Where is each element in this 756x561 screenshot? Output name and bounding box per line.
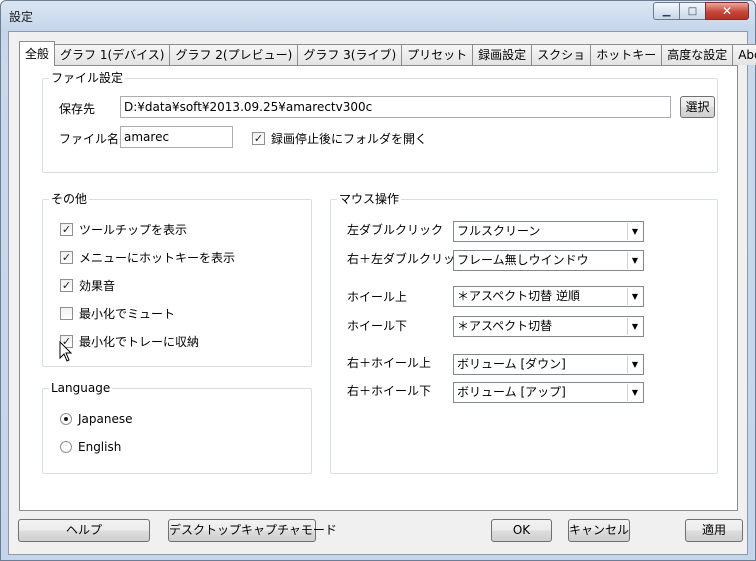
save-path-input[interactable]: D:¥data¥soft¥2013.09.25¥amarectv300c	[120, 96, 671, 118]
browse-button[interactable]: 選択	[680, 96, 715, 118]
tab-strip: 全般 グラフ 1(デバイス) グラフ 2(プレビュー) グラフ 3(ライブ) プ…	[19, 41, 756, 66]
maximize-icon: □	[687, 5, 698, 17]
wheel-up-select[interactable]: ＊アスペクト切替 逆順 ▼	[453, 286, 644, 307]
checkbox-box: ✓	[60, 251, 73, 264]
file-settings-title: ファイル設定	[49, 71, 126, 85]
wheel-down-select[interactable]: ＊アスペクト切替 ▼	[453, 316, 644, 337]
mouse-row-label: ホイール下	[347, 319, 408, 333]
combo-value: ＊アスペクト切替 逆順	[457, 289, 580, 303]
tab-graph1-device[interactable]: グラフ 1(デバイス)	[54, 44, 171, 65]
title-bar[interactable]: 設定 ▁ □ ✕	[1, 1, 755, 31]
japanese-radio[interactable]: Japanese	[60, 412, 133, 426]
help-button[interactable]: ヘルプ	[18, 519, 150, 542]
mute-on-minimize-checkbox[interactable]: 最小化でミュート	[60, 305, 175, 322]
sound-effect-checkbox[interactable]: ✓ 効果音	[60, 277, 115, 294]
combo-value: ＊アスペクト切替	[457, 319, 553, 333]
tab-advanced[interactable]: 高度な設定	[661, 44, 734, 65]
tab-preset[interactable]: プリセット	[401, 44, 474, 65]
chevron-down-icon: ▼	[627, 288, 642, 305]
tab-graph3-live[interactable]: グラフ 3(ライブ)	[297, 44, 403, 65]
maximize-button[interactable]: □	[679, 2, 705, 20]
tooltip-checkbox[interactable]: ✓ ツールチップを表示	[60, 221, 187, 238]
dialog-client: 全般 グラフ 1(デバイス) グラフ 2(プレビュー) グラフ 3(ライブ) プ…	[8, 31, 756, 555]
minimize-button[interactable]: ▁	[653, 2, 679, 20]
minimize-icon: ▁	[662, 5, 671, 17]
combo-value: ボリューム [アップ]	[457, 385, 566, 399]
tab-about[interactable]: About	[732, 44, 756, 65]
right-wheel-down-select[interactable]: ボリューム [アップ] ▼	[453, 382, 644, 403]
language-group: Language Japanese English	[42, 381, 312, 474]
tab-recording[interactable]: 録画設定	[472, 44, 533, 65]
mouse-row-label: 右＋ホイール下	[347, 384, 432, 398]
mouse-row-label: ホイール上	[347, 290, 408, 304]
english-label: English	[78, 440, 122, 454]
open-folder-checkbox[interactable]: ✓ 録画停止後にフォルダを開く	[252, 130, 427, 147]
right-wheel-up-select[interactable]: ボリューム [ダウン] ▼	[453, 354, 644, 375]
mute-on-minimize-label: 最小化でミュート	[79, 307, 176, 321]
close-icon: ✕	[721, 4, 733, 18]
chevron-down-icon: ▼	[627, 384, 642, 401]
mouse-title: マウス操作	[337, 192, 402, 206]
mouse-row-label: 左ダブルクリック	[347, 223, 444, 237]
tray-on-minimize-checkbox[interactable]: ✓ 最小化でトレーに収納	[60, 333, 199, 350]
menu-hotkey-label: メニューにホットキーを表示	[79, 251, 236, 265]
chevron-down-icon: ▼	[627, 318, 642, 335]
left-double-click-select[interactable]: フルスクリーン ▼	[453, 221, 644, 242]
checkbox-box: ✓	[60, 223, 73, 236]
other-title: その他	[49, 192, 90, 206]
sound-effect-label: 効果音	[79, 279, 116, 293]
mouse-row-label: 右＋ホイール上	[347, 356, 432, 370]
language-title: Language	[49, 381, 113, 395]
filename-input[interactable]: amarec	[120, 126, 233, 148]
tray-on-minimize-label: 最小化でトレーに収納	[79, 335, 200, 349]
combo-value: ボリューム [ダウン]	[457, 357, 566, 371]
chevron-down-icon: ▼	[627, 223, 642, 240]
checkbox-box: ✓	[60, 279, 73, 292]
other-group: その他 ✓ ツールチップを表示 ✓ メニューにホットキーを表示 ✓ 効果音 最小…	[42, 192, 312, 367]
desktop-capture-button[interactable]: デスクトップキャプチャモード	[168, 519, 337, 542]
mouse-group: マウス操作 左ダブルクリック フルスクリーン ▼ 右＋左ダブルクリック フレーム…	[330, 192, 718, 474]
apply-button[interactable]: 適用	[685, 519, 743, 542]
tab-hotkey[interactable]: ホットキー	[590, 44, 663, 65]
cancel-button[interactable]: キャンセル	[568, 519, 630, 542]
combo-value: フレーム無しウインドウ	[457, 253, 589, 267]
close-button[interactable]: ✕	[705, 2, 749, 20]
japanese-label: Japanese	[78, 412, 133, 426]
radio-dot	[60, 413, 72, 425]
checkbox-box: ✓	[252, 132, 265, 145]
settings-window: 設定 ▁ □ ✕ 全般 グラフ 1(デバイス) グラフ 2(プレビュー) グラフ…	[0, 0, 756, 561]
open-folder-label: 録画停止後にフォルダを開く	[271, 132, 428, 146]
radio-dot	[60, 441, 72, 453]
chevron-down-icon: ▼	[627, 356, 642, 373]
filename-label: ファイル名	[59, 132, 120, 146]
caption-buttons: ▁ □ ✕	[653, 2, 749, 22]
right-left-double-click-select[interactable]: フレーム無しウインドウ ▼	[453, 250, 644, 271]
mouse-row-label: 右＋左ダブルクリック	[347, 252, 468, 266]
tab-general[interactable]: 全般	[19, 41, 56, 66]
tooltip-label: ツールチップを表示	[79, 223, 188, 237]
checkbox-box	[60, 307, 73, 320]
english-radio[interactable]: English	[60, 440, 121, 454]
file-settings-group: ファイル設定 保存先 D:¥data¥soft¥2013.09.25¥amare…	[42, 71, 718, 173]
general-tab-panel: ファイル設定 保存先 D:¥data¥soft¥2013.09.25¥amare…	[19, 65, 738, 511]
ok-button[interactable]: OK	[491, 519, 552, 542]
combo-value: フルスクリーン	[457, 224, 541, 238]
window-title: 設定	[9, 10, 34, 24]
chevron-down-icon: ▼	[627, 252, 642, 269]
mouse-cursor-icon	[59, 341, 73, 362]
save-path-label: 保存先	[59, 102, 96, 116]
tab-graph2-preview[interactable]: グラフ 2(プレビュー)	[169, 44, 299, 65]
tab-screenshot[interactable]: スクショ	[531, 44, 592, 65]
menu-hotkey-checkbox[interactable]: ✓ メニューにホットキーを表示	[60, 249, 235, 266]
